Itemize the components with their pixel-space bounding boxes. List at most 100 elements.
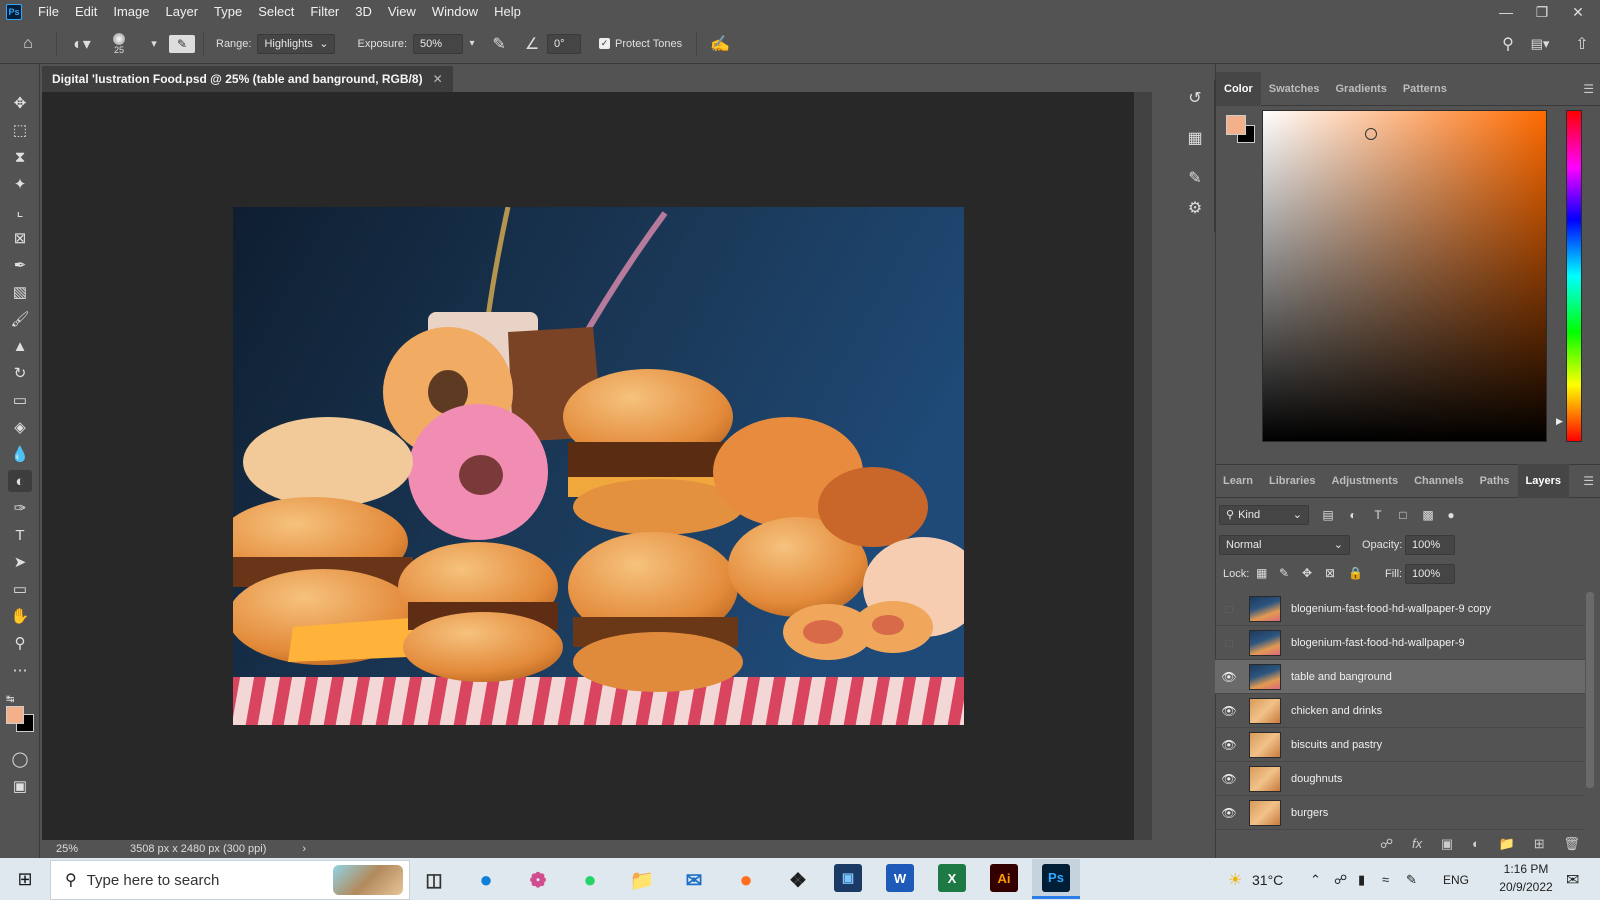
layer-row[interactable]: □ blogenium-fast-food-hd-wallpaper-9 cop… xyxy=(1215,592,1585,626)
eye-icon[interactable]: 👁 xyxy=(1215,806,1243,820)
zoom-tool-icon[interactable]: ⚲ xyxy=(8,632,32,654)
pen-tool-icon[interactable]: ✑ xyxy=(8,497,32,519)
rectangle-tool-icon[interactable]: ▭ xyxy=(8,578,32,600)
visibility-toggle[interactable]: □ xyxy=(1215,602,1243,616)
magic-wand-tool-icon[interactable]: ✦ xyxy=(8,173,32,195)
language-indicator[interactable]: ENG xyxy=(1443,873,1469,887)
taskbar-search[interactable]: ⚲ Type here to search xyxy=(50,860,410,900)
adjustment-layer-icon[interactable]: ◐ xyxy=(1472,836,1480,854)
blend-mode-select[interactable]: Normal ⌄ xyxy=(1219,535,1350,555)
fill-input[interactable]: 100% xyxy=(1405,564,1455,584)
delete-layer-icon[interactable]: 🗑 xyxy=(1563,836,1580,854)
eraser-tool-icon[interactable]: ▭ xyxy=(8,389,32,411)
quick-mask-icon[interactable]: ◯ xyxy=(8,748,32,770)
tab-gradients[interactable]: Gradients xyxy=(1327,72,1394,106)
crop-tool-icon[interactable]: ⌞ xyxy=(8,200,32,222)
menu-view[interactable]: View xyxy=(380,0,424,24)
menu-file[interactable]: File xyxy=(30,0,67,24)
lock-all-icon[interactable]: 🔒 xyxy=(1348,566,1363,580)
illustrator-icon[interactable]: Ai xyxy=(990,864,1018,892)
dropbox-icon[interactable]: ❖ xyxy=(782,864,814,896)
menu-edit[interactable]: Edit xyxy=(67,0,105,24)
tab-swatches[interactable]: Swatches xyxy=(1261,72,1328,106)
filter-adjustment-icon[interactable]: ◐ xyxy=(1345,506,1361,524)
close-window-button[interactable]: ✕ xyxy=(1560,0,1596,24)
close-tab-icon[interactable]: ✕ xyxy=(433,72,443,86)
layer-filter-select[interactable]: ⚲ Kind ⌄ xyxy=(1219,505,1309,525)
lock-transparent-icon[interactable]: ▦ xyxy=(1256,566,1267,580)
exposure-dropdown-icon[interactable]: ▾ xyxy=(463,38,481,49)
search-icon[interactable]: ⚲ xyxy=(1496,34,1520,54)
range-select[interactable]: Highlights ⌄ xyxy=(257,33,336,54)
task-view-icon[interactable]: ◫ xyxy=(418,864,450,896)
panel-menu-icon[interactable]: ☰ xyxy=(1583,82,1594,96)
more-tools-icon[interactable]: ⋯ xyxy=(8,659,32,681)
vertical-scrollbar[interactable] xyxy=(1134,92,1152,840)
lock-position-icon[interactable]: ✥ xyxy=(1302,566,1312,580)
path-selection-tool-icon[interactable]: ➤ xyxy=(8,551,32,573)
color-picker-field[interactable] xyxy=(1262,110,1547,442)
dodge-tool-icon[interactable]: ◐ xyxy=(8,470,32,492)
layer-row[interactable]: 👁 burgers xyxy=(1215,796,1585,830)
notifications-icon[interactable]: ✉ xyxy=(1566,870,1579,890)
edge-icon[interactable]: ● xyxy=(470,864,502,896)
menu-layer[interactable]: Layer xyxy=(158,0,207,24)
zoom-level[interactable]: 25% xyxy=(56,843,116,855)
hue-slider-handle[interactable]: ▶ xyxy=(1556,416,1563,427)
document-tab[interactable]: Digital 'lustration Food.psd @ 25% (tabl… xyxy=(42,66,453,92)
app-icon[interactable]: ▣ xyxy=(834,864,862,892)
menu-filter[interactable]: Filter xyxy=(302,0,347,24)
filter-pixel-icon[interactable]: ▤ xyxy=(1320,506,1336,524)
windows-start-icon[interactable]: ⊞ xyxy=(0,869,50,890)
angle-input[interactable]: 0° xyxy=(547,33,582,54)
minimize-button[interactable]: — xyxy=(1488,0,1524,24)
link-layers-icon[interactable]: ☍ xyxy=(1380,836,1393,854)
menu-3d[interactable]: 3D xyxy=(347,0,380,24)
panel-menu-icon[interactable]: ☰ xyxy=(1583,474,1594,488)
file-explorer-icon[interactable]: 📁 xyxy=(626,864,658,896)
pressure-size-icon[interactable]: ✍ xyxy=(705,34,735,54)
chevron-up-icon[interactable]: ⌃ xyxy=(1310,872,1321,888)
tab-color[interactable]: Color xyxy=(1216,71,1261,106)
type-tool-icon[interactable]: T xyxy=(8,524,32,546)
tab-channels[interactable]: Channels xyxy=(1406,464,1472,498)
healing-brush-tool-icon[interactable]: ▧ xyxy=(8,281,32,303)
new-group-icon[interactable]: 📁 xyxy=(1499,836,1515,854)
network-icon[interactable]: ☍ xyxy=(1334,872,1347,888)
filter-smart-object-icon[interactable]: ▩ xyxy=(1420,506,1436,524)
move-tool-icon[interactable]: ✥ xyxy=(8,92,32,114)
layer-row-selected[interactable]: 👁 table and banground xyxy=(1215,660,1585,694)
clock-date[interactable]: 20/9/2022 xyxy=(1490,880,1562,894)
filter-type-icon[interactable]: T xyxy=(1370,506,1386,524)
new-layer-icon[interactable]: ⊞ xyxy=(1534,836,1545,854)
dodge-tool-preset-icon[interactable]: ◐▾ xyxy=(65,34,99,54)
weather-temperature[interactable]: 31°C xyxy=(1252,872,1283,888)
tab-adjustments[interactable]: Adjustments xyxy=(1323,464,1406,498)
menu-help[interactable]: Help xyxy=(486,0,529,24)
taskbar-photoshop-active[interactable]: Ps xyxy=(1032,859,1080,899)
restore-button[interactable]: ❐ xyxy=(1524,0,1560,24)
artwork-canvas[interactable] xyxy=(233,207,964,725)
visibility-toggle[interactable]: □ xyxy=(1215,636,1243,650)
history-brush-tool-icon[interactable]: ↻ xyxy=(8,362,32,384)
tab-paths[interactable]: Paths xyxy=(1472,464,1518,498)
exposure-input[interactable]: 50% xyxy=(413,33,464,54)
share-icon[interactable]: ⇧ xyxy=(1570,34,1594,54)
workspace-icon[interactable]: ▤▾ xyxy=(1526,34,1554,54)
layer-row[interactable]: 👁 doughnuts xyxy=(1215,762,1585,796)
wifi-icon[interactable]: ≈ xyxy=(1382,872,1389,887)
paint-bucket-tool-icon[interactable]: ◈ xyxy=(8,416,32,438)
hand-tool-icon[interactable]: ✋ xyxy=(8,605,32,627)
filter-toggle-icon[interactable]: ● xyxy=(1443,506,1459,524)
weather-icon[interactable]: ☀ xyxy=(1228,870,1242,890)
eye-icon[interactable]: 👁 xyxy=(1215,670,1243,684)
word-icon[interactable]: W xyxy=(886,864,914,892)
lock-image-icon[interactable]: ✎ xyxy=(1279,566,1289,580)
tab-layers[interactable]: Layers xyxy=(1517,464,1570,498)
add-mask-icon[interactable]: ▣ xyxy=(1441,836,1453,854)
filter-shape-icon[interactable]: □ xyxy=(1395,506,1411,524)
battery-icon[interactable]: ▮ xyxy=(1358,872,1365,888)
foreground-color-swatch[interactable] xyxy=(6,706,24,724)
opacity-input[interactable]: 100% xyxy=(1405,535,1455,555)
excel-icon[interactable]: X xyxy=(938,864,966,892)
